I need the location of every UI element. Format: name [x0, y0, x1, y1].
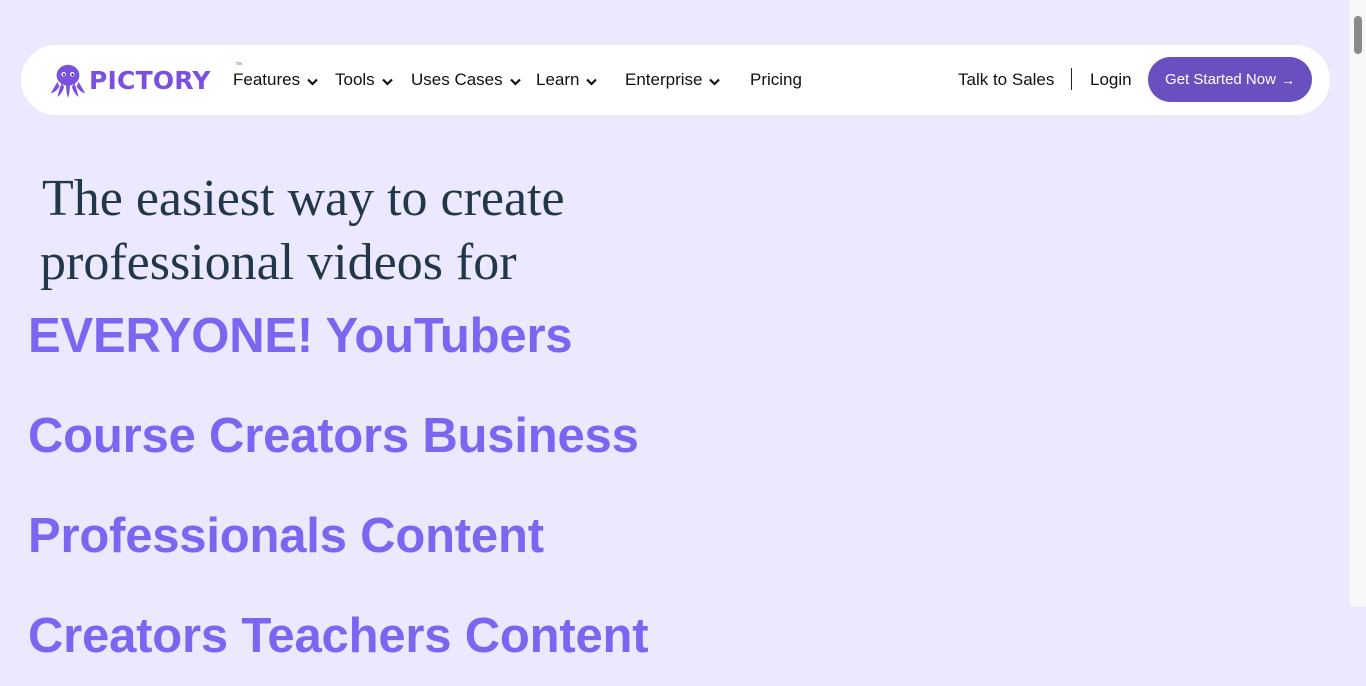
chevron-down-icon — [381, 78, 393, 86]
rotator-line: Course Creators Business — [28, 409, 639, 463]
nav-item-label: Enterprise — [625, 70, 703, 89]
nav-item-features[interactable]: Features — [233, 70, 318, 90]
nav-item-tools[interactable]: Tools — [335, 70, 393, 90]
hero-headline: The easiest way to create professional v… — [40, 167, 640, 295]
nav-item-label: Uses Cases — [411, 70, 503, 89]
get-started-label: Get Started Now — [1165, 71, 1276, 88]
logo-trademark: ™ — [235, 62, 242, 69]
nav-item-learn[interactable]: Learn — [536, 70, 598, 90]
nav-item-label: Learn — [536, 70, 580, 89]
nav-item-label: Tools — [335, 70, 375, 89]
chevron-down-icon — [586, 78, 598, 86]
login-link[interactable]: Login — [1090, 70, 1132, 90]
octopus-icon — [50, 64, 86, 99]
scrollbar-thumb[interactable] — [1354, 16, 1362, 54]
rotator-line: Creators Teachers Content — [28, 609, 649, 663]
nav-item-enterprise[interactable]: Enterprise — [625, 70, 721, 90]
get-started-button[interactable]: Get Started Now → — [1148, 57, 1312, 102]
nav-item-label: Pricing — [750, 70, 802, 89]
nav-item-pricing[interactable]: Pricing — [750, 70, 802, 90]
audience-rotator: EVERYONE! YouTubers Course Creators Busi… — [28, 286, 649, 686]
hero-headline-line-1: The easiest way to create — [42, 170, 565, 227]
vertical-scrollbar[interactable] — [1350, 0, 1366, 607]
rotator-line: EVERYONE! YouTubers — [28, 309, 573, 363]
chevron-down-icon — [307, 78, 318, 86]
nav-item-label: Features — [233, 70, 301, 89]
logo-text: PICTORY — [89, 65, 211, 95]
arrow-right-icon: → — [1280, 71, 1295, 88]
chevron-down-icon — [709, 78, 721, 86]
nav-divider — [1071, 68, 1072, 90]
nav-item-use-cases[interactable]: Uses Cases — [411, 70, 521, 90]
top-navigation-bar: PICTORY ™ Features Tools Uses Cases Lear… — [21, 45, 1330, 115]
talk-to-sales-link[interactable]: Talk to Sales — [958, 70, 1054, 90]
rotator-line: Professionals Content — [28, 509, 544, 563]
pictory-logo[interactable]: PICTORY ™ — [49, 60, 242, 100]
hero-headline-line-2: professional videos for — [40, 234, 517, 291]
chevron-down-icon — [509, 78, 521, 86]
